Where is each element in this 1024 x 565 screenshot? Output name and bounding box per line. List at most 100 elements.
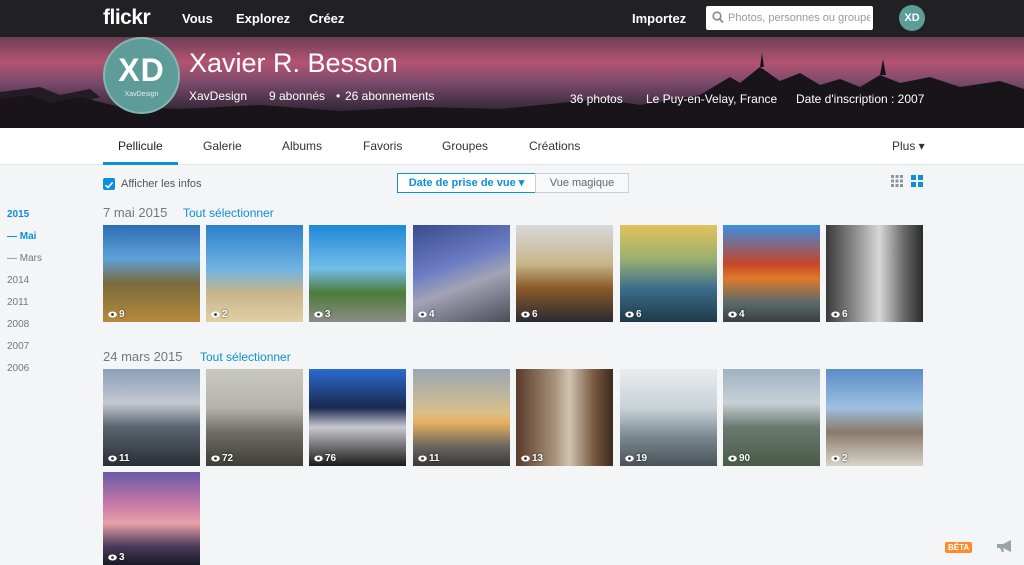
view-count: 3 — [108, 552, 125, 563]
photo-thumbnail[interactable]: 11 — [103, 369, 200, 466]
tab-pellicule[interactable]: Pellicule — [118, 139, 163, 153]
profile-avatar: XD XavDesign — [103, 37, 180, 114]
view-count-value: 3 — [119, 552, 125, 563]
photo-thumbnail[interactable]: 2 — [206, 225, 303, 322]
year-2007[interactable]: 2007 — [7, 341, 29, 352]
photo-thumbnail[interactable]: 11 — [413, 369, 510, 466]
photo-thumbnail[interactable]: 19 — [620, 369, 717, 466]
profile-name: Xavier R. Besson — [189, 48, 398, 78]
flickr-logo[interactable]: flickr — [103, 6, 151, 30]
tab-albums[interactable]: Albums — [282, 139, 322, 153]
view-count: 6 — [625, 309, 642, 320]
search-box[interactable] — [706, 6, 873, 30]
small-grid-view-icon[interactable] — [891, 175, 903, 187]
view-count-value: 6 — [532, 309, 538, 320]
eye-icon — [831, 311, 840, 318]
view-count-value: 4 — [739, 309, 745, 320]
following-count[interactable]: 26 abonnements — [345, 89, 434, 103]
view-count-value: 2 — [222, 309, 228, 320]
feedback-megaphone-icon[interactable] — [995, 539, 1015, 553]
photo-thumbnail[interactable]: 9 — [103, 225, 200, 322]
photo-thumbnail[interactable]: 3 — [103, 472, 200, 565]
group-date-title: 24 mars 2015 — [103, 349, 183, 364]
photo-thumbnail[interactable]: 6 — [516, 225, 613, 322]
nav-you[interactable]: Vous — [182, 11, 213, 26]
view-count: 19 — [625, 453, 647, 464]
photo-thumbnail[interactable]: 6 — [826, 225, 923, 322]
nav-explore[interactable]: Explorez — [236, 11, 290, 26]
profile-username: XavDesign — [189, 89, 248, 103]
tab-groupes[interactable]: Groupes — [442, 139, 488, 153]
select-all-link[interactable]: Tout sélectionner — [183, 206, 274, 220]
view-count: 13 — [521, 453, 543, 464]
tab-creations[interactable]: Créations — [529, 139, 580, 153]
month-mai[interactable]: — Mai — [7, 231, 36, 242]
eye-icon — [314, 311, 323, 318]
view-count: 11 — [108, 453, 130, 464]
year-2014[interactable]: 2014 — [7, 275, 29, 286]
photo-thumbnail[interactable]: 76 — [309, 369, 406, 466]
view-count: 72 — [211, 453, 233, 464]
photos-count: 36 photos — [570, 92, 623, 106]
search-input[interactable] — [728, 9, 870, 27]
photo-thumbnail[interactable]: 2 — [826, 369, 923, 466]
view-count: 6 — [521, 309, 538, 320]
profile-location: Le Puy-en-Velay, France — [646, 92, 778, 106]
top-nav: flickr Vous Explorez Créez Importez XD — [0, 0, 1024, 37]
photo-thumbnail[interactable]: 72 — [206, 369, 303, 466]
eye-icon — [108, 554, 117, 561]
check-icon — [104, 181, 114, 189]
photo-thumbnail[interactable]: 13 — [516, 369, 613, 466]
view-count-value: 19 — [636, 453, 648, 464]
year-2008[interactable]: 2008 — [7, 319, 29, 330]
show-info-checkbox[interactable] — [103, 178, 115, 190]
eye-icon — [211, 311, 220, 318]
photo-thumbnail[interactable]: 6 — [620, 225, 717, 322]
show-info-label[interactable]: Afficher les infos — [121, 178, 202, 190]
view-count: 3 — [314, 309, 331, 320]
tab-favoris[interactable]: Favoris — [363, 139, 402, 153]
year-2006[interactable]: 2006 — [7, 363, 29, 374]
year-2015[interactable]: 2015 — [7, 209, 29, 220]
eye-icon — [521, 311, 530, 318]
photo-thumbnail[interactable]: 90 — [723, 369, 820, 466]
photo-thumbnail[interactable]: 3 — [309, 225, 406, 322]
eye-icon — [728, 311, 737, 318]
profile-joined: Date d'inscription : 2007 — [796, 92, 925, 106]
eye-icon — [108, 455, 117, 462]
group-date-title: 7 mai 2015 — [103, 205, 168, 220]
view-count: 76 — [314, 453, 336, 464]
select-all-link[interactable]: Tout sélectionner — [200, 350, 291, 364]
view-count-value: 4 — [429, 309, 435, 320]
view-count: 4 — [728, 309, 745, 320]
view-count: 9 — [108, 309, 125, 320]
year-2011[interactable]: 2011 — [7, 297, 29, 308]
avatar-caption: XavDesign — [124, 91, 159, 98]
eye-icon — [625, 455, 634, 462]
sort-by-date-taken-dropdown[interactable]: Date de prise de vue ▾ — [397, 173, 536, 193]
user-avatar[interactable]: XD — [899, 5, 925, 31]
eye-icon — [831, 455, 840, 462]
tab-galerie[interactable]: Galerie — [203, 139, 242, 153]
month-mars[interactable]: — Mars — [7, 253, 42, 264]
view-count-value: 9 — [119, 309, 125, 320]
search-icon — [712, 11, 724, 24]
active-tab-indicator — [103, 162, 178, 165]
followers-count[interactable]: 9 abonnés — [269, 89, 325, 103]
more-menu[interactable]: Plus ▾ — [892, 139, 925, 153]
view-count: 2 — [831, 453, 848, 464]
eye-icon — [625, 311, 634, 318]
beta-badge: BÊTA — [945, 542, 973, 553]
view-count-value: 11 — [429, 453, 440, 464]
nav-create[interactable]: Créez — [309, 11, 344, 26]
view-count-value: 6 — [842, 309, 848, 320]
photo-thumbnail[interactable]: 4 — [413, 225, 510, 322]
magic-view-button[interactable]: Vue magique — [535, 173, 629, 193]
view-count: 11 — [418, 453, 440, 464]
eye-icon — [728, 455, 737, 462]
profile-monogram: XD — [118, 52, 165, 88]
view-count: 6 — [831, 309, 848, 320]
nav-upload[interactable]: Importez — [632, 11, 686, 26]
large-grid-view-icon[interactable] — [911, 175, 923, 187]
photo-thumbnail[interactable]: 4 — [723, 225, 820, 322]
